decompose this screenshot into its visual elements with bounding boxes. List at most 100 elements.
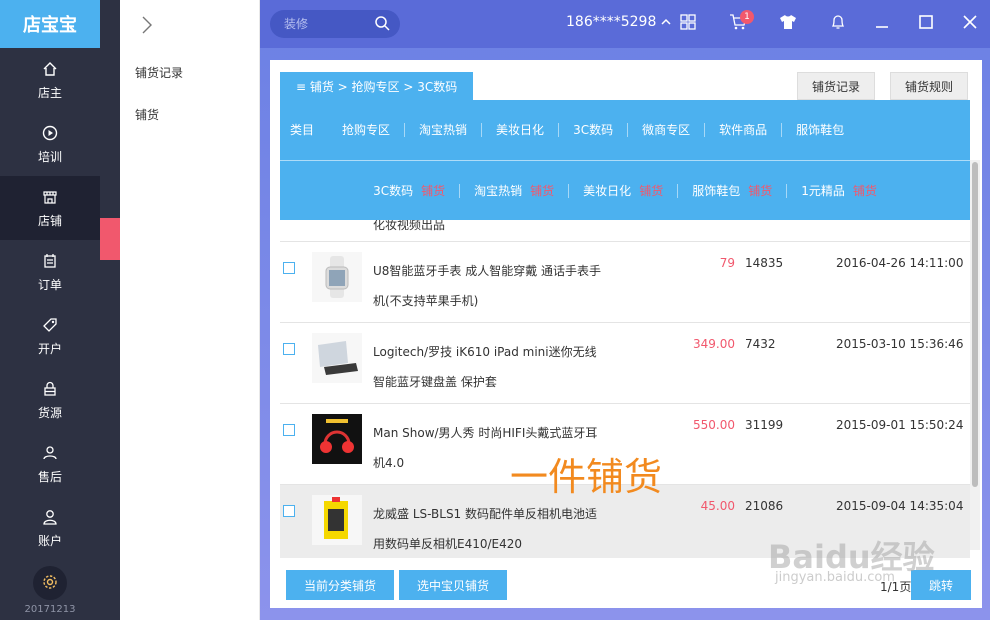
category-row: 类目 抢购专区 淘宝热销 美妆日化 3C数码 微商专区 软件商品 服饰鞋包 <box>280 100 970 160</box>
product-thumbnail-watch <box>312 252 362 302</box>
subcategory-row: 3C数码 铺货 淘宝热销 铺货 美妆日化 铺货 服饰鞋包 铺货 1元精品 铺货 <box>280 161 970 220</box>
category-apparel[interactable]: 服饰鞋包 <box>782 123 858 137</box>
distribute-selected-button[interactable]: 选中宝贝铺货 <box>399 570 508 600</box>
user-icon <box>41 444 59 462</box>
minimize-icon[interactable] <box>872 12 892 32</box>
distribute-link[interactable]: 铺货 <box>530 184 554 198</box>
row-checkbox[interactable] <box>283 343 295 355</box>
submenu-item-records[interactable]: 铺货记录 <box>135 64 183 81</box>
search-box[interactable] <box>270 10 400 38</box>
subcategory-name: 淘宝热销 <box>474 183 523 198</box>
chevron-right-icon[interactable] <box>142 16 152 37</box>
distribute-link[interactable]: 铺货 <box>639 184 663 198</box>
row-checkbox[interactable] <box>283 262 295 274</box>
category-flash-sale[interactable]: 抢购专区 <box>328 123 406 137</box>
search-icon[interactable] <box>374 15 390 34</box>
nav-item-label: 培训 <box>37 149 62 164</box>
maximize-icon[interactable] <box>916 12 936 32</box>
distribute-link[interactable]: 铺货 <box>421 184 445 198</box>
product-sales: 31199 <box>745 418 784 432</box>
phone-number: 186****5298 <box>566 14 657 30</box>
category-3c[interactable]: 3C数码 <box>559 123 629 137</box>
nav-item-label: 货源 <box>37 405 62 420</box>
subcategory-name: 美妆日化 <box>583 183 632 198</box>
subcategory-name: 3C数码 <box>373 183 414 198</box>
product-thumbnail-keyboard <box>312 333 362 383</box>
distribute-category-button[interactable]: 当前分类铺货 <box>286 570 395 600</box>
baidu-watermark-url: jingyan.baidu.com <box>775 570 895 585</box>
nav-item-label: 店铺 <box>37 213 62 228</box>
product-date: 2016-04-26 14:11:00 <box>836 256 964 270</box>
nav-item-sources[interactable]: 货源 <box>0 368 100 432</box>
home-icon <box>41 60 59 78</box>
bell-icon[interactable] <box>828 12 848 32</box>
product-price: 349.00 <box>693 337 735 351</box>
nav-item-shop-owner[interactable]: 店主 <box>0 48 100 112</box>
product-thumbnail-headphones <box>312 414 362 464</box>
nav-item-label: 账户 <box>37 533 62 548</box>
category-software[interactable]: 软件商品 <box>705 123 783 137</box>
scrollbar[interactable] <box>970 160 980 550</box>
breadcrumb[interactable]: ≡ 铺货 > 抢购专区 > 3C数码 <box>280 72 474 100</box>
subcategory-name: 服饰鞋包 <box>692 183 741 198</box>
product-title[interactable]: Logitech/罗技 iK610 iPad mini迷你无线智能蓝牙键盘盖 保… <box>373 337 608 397</box>
category-taobao-hot[interactable]: 淘宝热销 <box>405 123 483 137</box>
app-logo: 店宝宝 <box>0 0 100 48</box>
category-beauty[interactable]: 美妆日化 <box>482 123 560 137</box>
tutorial-caption: 一件铺货 <box>510 455 663 499</box>
account-icon <box>41 508 59 526</box>
content-panel: ≡ 铺货 > 抢购专区 > 3C数码 铺货记录 铺货规则 化妆视频出品 U8智能… <box>270 60 982 608</box>
product-title[interactable]: U8智能蓝牙手表 成人智能穿戴 通话手表手机(不支持苹果手机) <box>373 256 608 316</box>
nav-item-account[interactable]: 账户 <box>0 496 100 560</box>
subcategory-name: 1元精品 <box>801 183 845 198</box>
rules-button[interactable]: 铺货规则 <box>890 72 969 100</box>
nav-item-after-sales[interactable]: 售后 <box>0 432 100 496</box>
search-input[interactable] <box>284 17 374 31</box>
subcategory-item: 服饰鞋包 铺货 <box>678 183 788 198</box>
user-phone[interactable]: 186****5298 <box>566 14 671 30</box>
subcategory-item: 美妆日化 铺货 <box>569 183 679 198</box>
play-icon <box>41 124 59 142</box>
scrollbar-thumb[interactable] <box>972 162 978 487</box>
grid-icon[interactable] <box>678 12 698 32</box>
left-nav: 店宝宝 店主 培训 店铺 订单 开户 货源 售后 账户 20171213 <box>0 0 100 620</box>
product-price: 45.00 <box>700 499 735 513</box>
gear-icon <box>41 573 59 594</box>
subcategory-item: 3C数码 铺货 <box>359 183 461 198</box>
category-dropdown: 类目 抢购专区 淘宝热销 美妆日化 3C数码 微商专区 软件商品 服饰鞋包 3C… <box>280 100 970 220</box>
shirt-icon[interactable] <box>778 12 798 32</box>
sub-menu: 铺货记录 铺货 <box>120 0 260 620</box>
product-sales: 14835 <box>745 256 784 270</box>
nav-item-training[interactable]: 培训 <box>0 112 100 176</box>
close-icon[interactable] <box>960 12 980 32</box>
cart-count-badge: 1 <box>740 10 754 24</box>
nav-item-open-account[interactable]: 开户 <box>0 304 100 368</box>
submenu-item-distribute[interactable]: 铺货 <box>135 106 159 123</box>
category-weishang[interactable]: 微商专区 <box>628 123 706 137</box>
chevron-up-icon <box>661 14 671 30</box>
product-sales: 21086 <box>745 499 784 513</box>
top-bar: 186****5298 1 <box>260 0 990 48</box>
product-date: 2015-03-10 15:36:46 <box>836 337 964 351</box>
main-area: 186****5298 1 ≡ 铺货 > 抢购专区 > 3C数码 铺 <box>260 0 990 620</box>
table-row[interactable]: Logitech/罗技 iK610 iPad mini迷你无线智能蓝牙键盘盖 保… <box>280 323 970 404</box>
row-checkbox[interactable] <box>283 505 295 517</box>
distribute-link[interactable]: 铺货 <box>853 184 877 198</box>
records-button[interactable]: 铺货记录 <box>797 72 876 100</box>
row-checkbox[interactable] <box>283 424 295 436</box>
nav-item-label: 店主 <box>37 85 62 100</box>
version-label: 20171213 <box>24 604 76 615</box>
nav-collapse-strip <box>100 0 120 620</box>
store-icon <box>41 188 59 206</box>
category-label: 类目 <box>290 123 315 137</box>
nav-item-orders[interactable]: 订单 <box>0 240 100 304</box>
distribute-link[interactable]: 铺货 <box>748 184 772 198</box>
table-row[interactable]: U8智能蓝牙手表 成人智能穿戴 通话手表手机(不支持苹果手机) 79 14835… <box>280 242 970 323</box>
product-date: 2015-09-01 15:50:24 <box>836 418 964 432</box>
lock-icon <box>41 380 59 398</box>
product-title[interactable]: 龙威盛 LS-BLS1 数码配件单反相机电池适用数码单反相机E410/E420 <box>373 499 608 558</box>
nav-item-store[interactable]: 店铺 <box>0 176 100 240</box>
product-price: 550.00 <box>693 418 735 432</box>
settings-button[interactable] <box>33 566 67 600</box>
subcategory-item: 1元精品 铺货 <box>787 184 891 198</box>
